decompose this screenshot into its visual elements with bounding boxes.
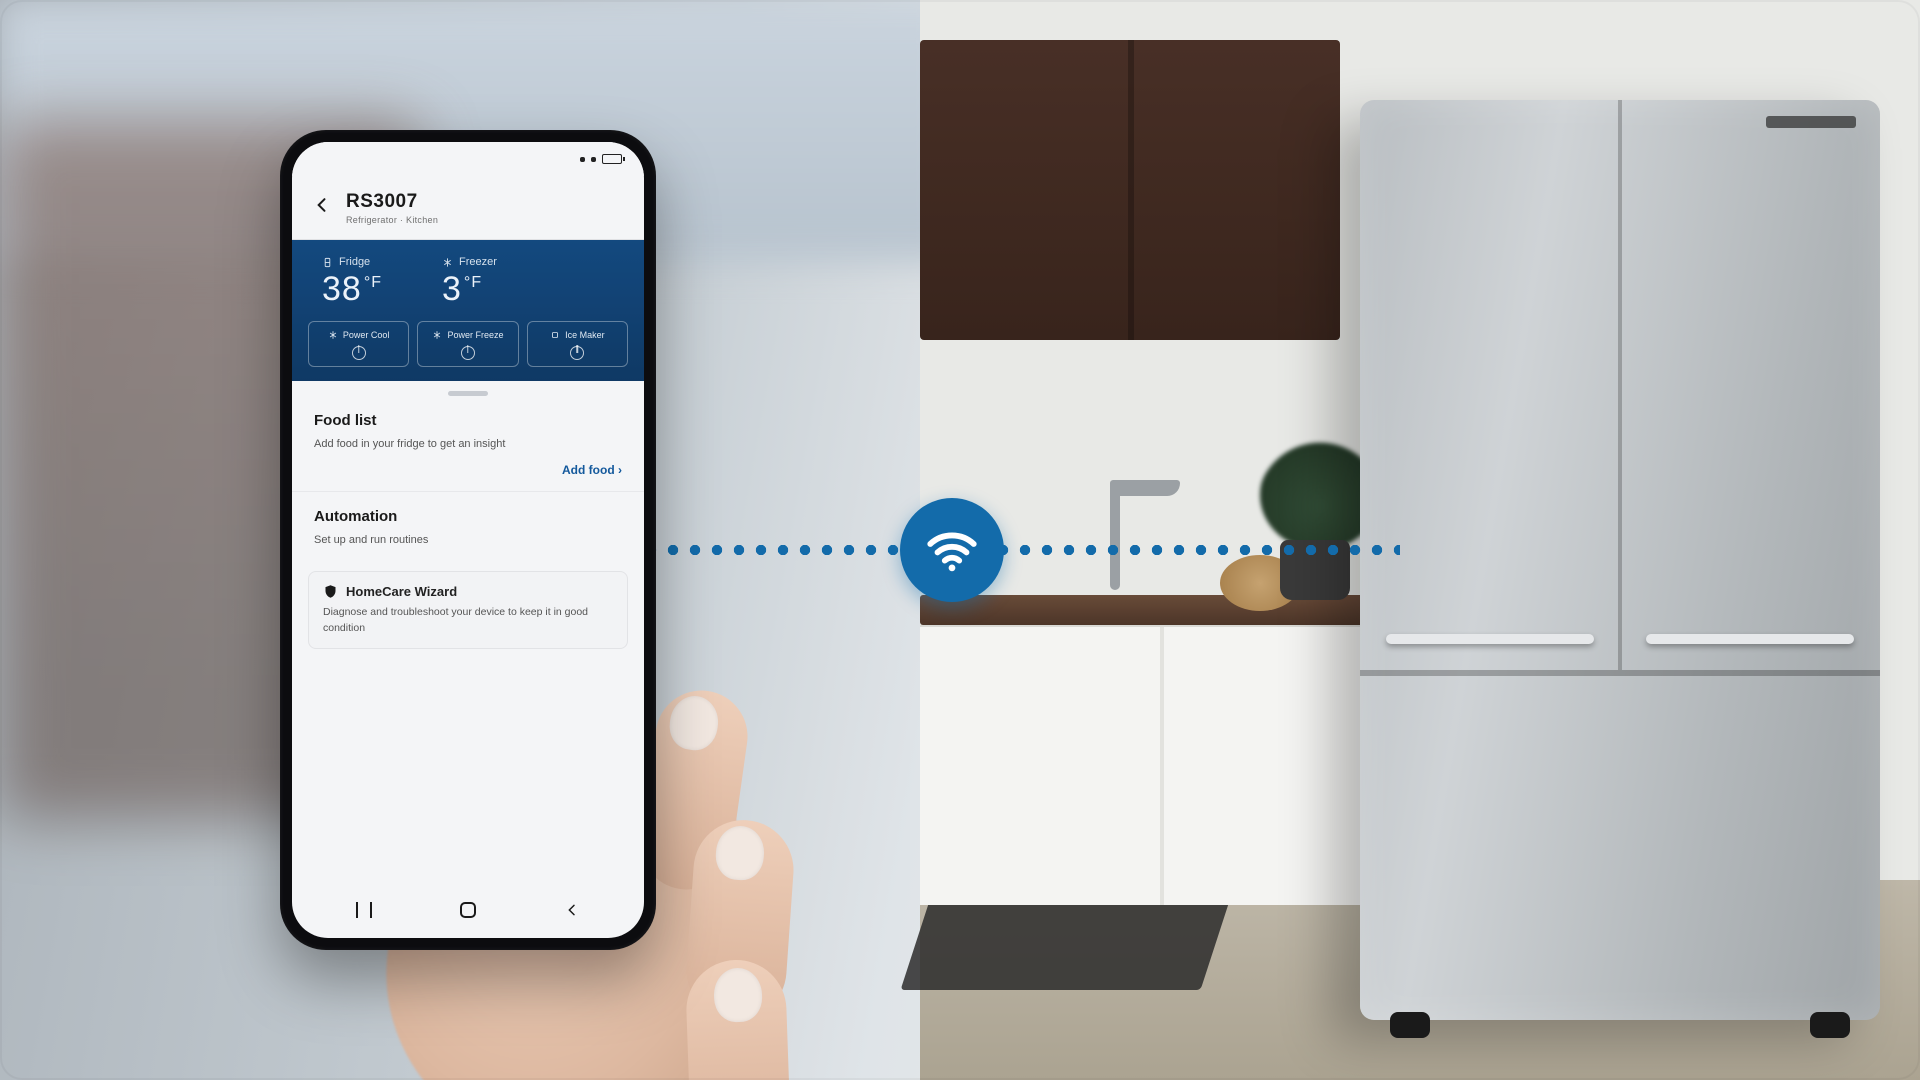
wifi-status-icon: [591, 157, 596, 162]
power-icon: [461, 346, 475, 360]
app-title-bar: RS3007 Refrigerator · Kitchen: [292, 176, 644, 240]
section-food-list[interactable]: Food list Add food in your fridge to get…: [292, 396, 644, 492]
back-icon[interactable]: [312, 195, 332, 220]
fridge-brand-logo: [1766, 116, 1856, 128]
fridge-temp[interactable]: Fridge 38°F: [322, 256, 382, 309]
temperature-panel: Fridge 38°F Freezer 3°F Power Cool: [292, 240, 644, 381]
card-body: Diagnose and troubleshoot your device to…: [323, 605, 613, 637]
nav-home-button[interactable]: [448, 890, 488, 930]
device-title: RS3007: [346, 191, 438, 213]
nav-back-button[interactable]: [552, 890, 592, 930]
connection-dotted-line: [640, 545, 1400, 555]
quick-actions: Power Cool Power Freeze Ice Maker: [308, 321, 628, 367]
section-automation[interactable]: Automation Set up and run routines: [292, 492, 644, 563]
smartphone: RS3007 Refrigerator · Kitchen Fridge 38°…: [280, 130, 656, 950]
chip-label: Power Freeze: [447, 330, 503, 340]
lower-cabinets: [920, 625, 1400, 905]
recent-apps-icon: [356, 902, 372, 918]
fridge-handle-right: [1646, 634, 1854, 644]
fridge-foot-left: [1390, 1012, 1430, 1038]
chip-power-cool[interactable]: Power Cool: [308, 321, 409, 367]
freezer-temp[interactable]: Freezer 3°F: [442, 256, 497, 309]
chip-label: Power Cool: [343, 330, 390, 340]
system-nav-bar: [292, 882, 644, 938]
chip-power-freeze[interactable]: Power Freeze: [417, 321, 518, 367]
chip-label: Ice Maker: [565, 330, 605, 340]
wifi-icon: [900, 498, 1004, 602]
status-bar: [292, 142, 644, 176]
battery-icon: [602, 154, 622, 164]
freezer-label: Freezer: [459, 256, 497, 268]
fridge-value: 38: [322, 270, 362, 308]
fridge-handle-left: [1386, 634, 1594, 644]
fridge-unit: °F: [364, 274, 382, 291]
device-subtitle: Refrigerator · Kitchen: [346, 215, 438, 225]
refrigerator: [1360, 100, 1880, 1020]
fridge-foot-right: [1810, 1012, 1850, 1038]
fridge-door-seam-horizontal: [1360, 670, 1880, 676]
upper-cabinets: [920, 40, 1340, 340]
freezer-unit: °F: [464, 274, 482, 291]
fridge-door-seam-vertical: [1618, 100, 1622, 670]
freezer-value: 3: [442, 270, 462, 308]
signal-icon: [580, 157, 585, 162]
back-nav-icon: [564, 902, 580, 918]
section-title: Food list: [314, 412, 622, 429]
fridge-label: Fridge: [339, 256, 370, 268]
power-icon: [352, 346, 366, 360]
phone-screen: RS3007 Refrigerator · Kitchen Fridge 38°…: [292, 142, 644, 938]
section-title: Automation: [314, 508, 622, 525]
section-body: Add food in your fridge to get an insigh…: [314, 437, 622, 453]
shield-icon: [323, 584, 338, 599]
section-body: Set up and run routines: [314, 533, 622, 549]
chip-ice-maker[interactable]: Ice Maker: [527, 321, 628, 367]
homecare-card[interactable]: HomeCare Wizard Diagnose and troubleshoo…: [308, 571, 628, 650]
kitchen: [920, 0, 1920, 1080]
add-food-link[interactable]: Add food: [314, 463, 622, 477]
home-icon: [460, 902, 476, 918]
scene: RS3007 Refrigerator · Kitchen Fridge 38°…: [0, 0, 1920, 1080]
faucet: [1110, 490, 1120, 590]
card-title: HomeCare Wizard: [346, 584, 457, 599]
nav-recent-button[interactable]: [344, 890, 384, 930]
power-icon: [570, 346, 584, 360]
